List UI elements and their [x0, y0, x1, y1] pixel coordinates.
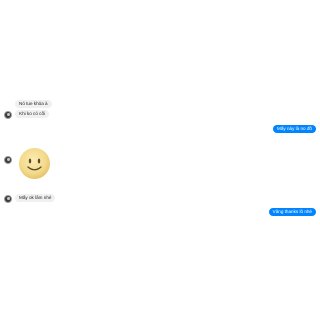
- contact-avatar[interactable]: [4, 156, 12, 164]
- outgoing-message-bubble[interactable]: Vâng thanks lô nhé: [268, 208, 316, 216]
- contact-avatar[interactable]: [4, 195, 12, 203]
- incoming-message-bubble[interactable]: Nó tue khỏa à: [15, 100, 52, 108]
- incoming-message-bubble[interactable]: Khi ko có cối: [15, 110, 50, 118]
- incoming-message-bubble[interactable]: Mấy ok lâm nhé: [15, 194, 56, 202]
- smiley-face-sticker[interactable]: [18, 147, 51, 180]
- contact-avatar[interactable]: [4, 111, 12, 119]
- outgoing-message-bubble[interactable]: Mấy này là no đồ: [273, 125, 316, 133]
- chat-thread: Nó tue khỏa à Khi ko có cối Mấy này là n…: [0, 0, 320, 320]
- smiley-face-icon: [19, 148, 50, 179]
